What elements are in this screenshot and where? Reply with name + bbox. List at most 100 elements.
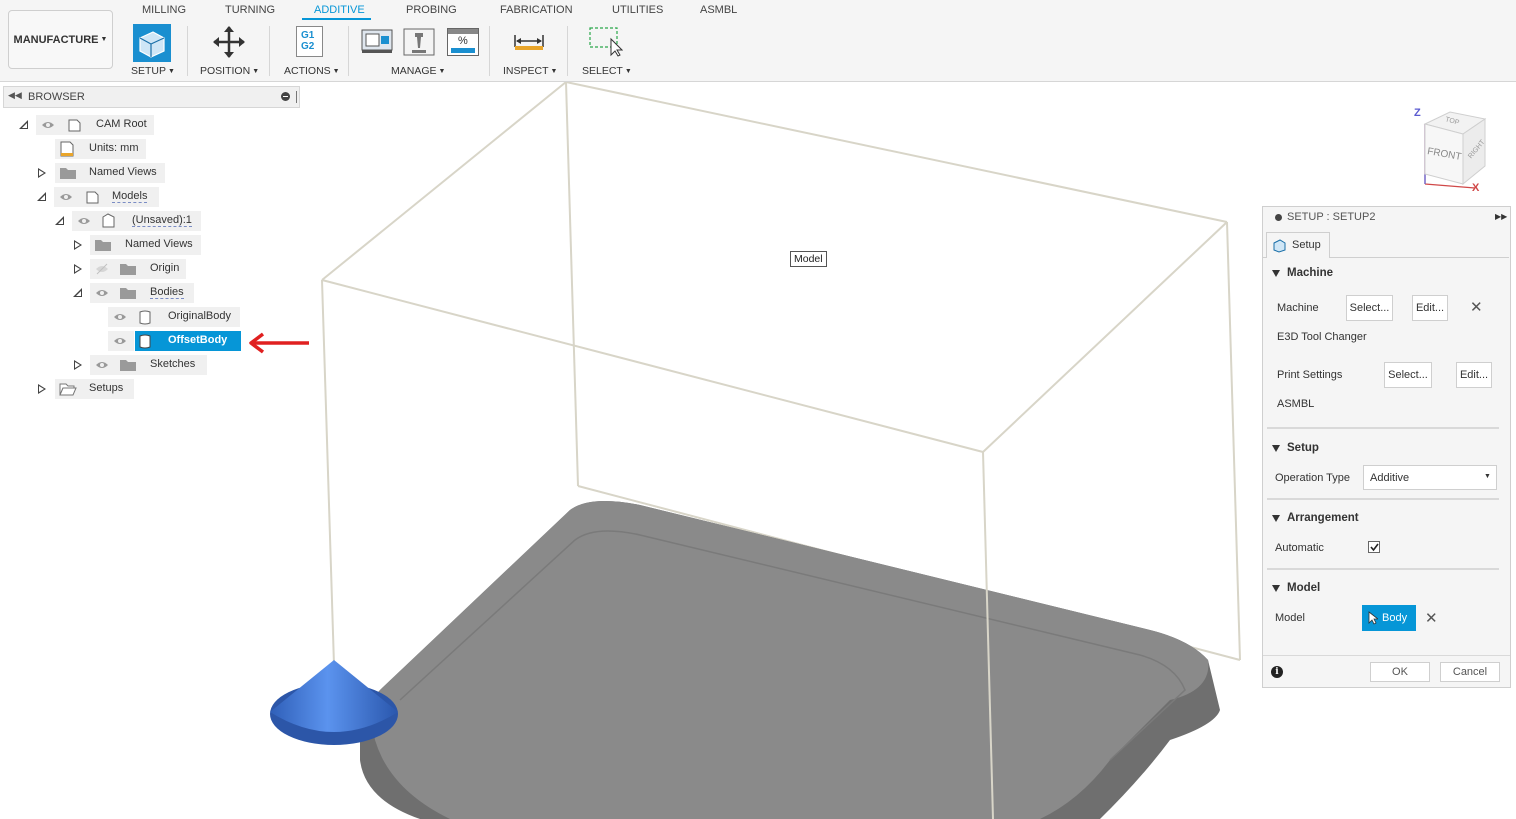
setup-icon[interactable] <box>133 24 171 62</box>
tree-label: Origin <box>150 262 180 274</box>
model-section-title[interactable]: Model <box>1287 582 1320 594</box>
eye-icon[interactable] <box>41 119 55 131</box>
machine-library-icon[interactable] <box>361 28 393 54</box>
setup-group-label[interactable]: SETUP ▼ <box>131 65 175 77</box>
operation-type-value: Additive <box>1370 472 1410 484</box>
collapse-toggle-icon[interactable] <box>19 120 28 129</box>
model-body-selection-button[interactable]: Body <box>1362 605 1416 631</box>
machine-clear-icon[interactable]: ✕ <box>1470 298 1483 316</box>
operation-type-dropdown[interactable]: Additive ▼ <box>1363 465 1497 490</box>
eye-hidden-icon[interactable] <box>95 263 109 275</box>
manage-group-label[interactable]: MANAGE ▼ <box>391 65 445 77</box>
view-cube[interactable]: Z X TOP FRONT RIGHT <box>1405 104 1495 196</box>
eye-icon[interactable] <box>113 335 127 347</box>
dialog-expand-icon[interactable]: ▶▶ <box>1495 212 1507 221</box>
tree-node-units[interactable]: Units: mm <box>55 139 146 159</box>
arrangement-section-toggle-icon[interactable] <box>1272 515 1280 522</box>
collapse-toggle-icon[interactable] <box>55 216 64 225</box>
info-icon[interactable]: i <box>1271 666 1283 678</box>
eye-icon[interactable] <box>77 215 91 227</box>
open-folder-icon <box>59 383 77 396</box>
tool-library-icon[interactable] <box>403 28 435 56</box>
offset-body-shape[interactable] <box>360 501 1220 819</box>
machine-edit-button[interactable]: Edit... <box>1412 295 1448 321</box>
cancel-button[interactable]: Cancel <box>1440 662 1500 682</box>
tree-label: Named Views <box>125 238 193 250</box>
dialog-title: SETUP : SETUP2 <box>1287 211 1376 223</box>
tree-node-cam-root[interactable]: CAM Root <box>36 115 154 135</box>
gcode-line-1: G1 <box>301 30 315 41</box>
tab-fabrication[interactable]: FABRICATION <box>500 4 573 16</box>
tree-node-original-body[interactable]: OriginalBody <box>108 307 240 327</box>
separator <box>187 26 188 76</box>
active-tab-indicator <box>302 18 371 20</box>
print-settings-select-button[interactable]: Select... <box>1384 362 1432 388</box>
operation-type-label: Operation Type <box>1275 472 1351 484</box>
measure-icon[interactable] <box>513 33 545 51</box>
tree-node-unsaved-component[interactable]: (Unsaved):1 <box>72 211 201 231</box>
tab-additive[interactable]: ADDITIVE <box>314 4 365 16</box>
post-library-icon[interactable]: % <box>447 28 479 56</box>
position-group-label[interactable]: POSITION ▼ <box>200 65 259 77</box>
chevron-down-icon: ▼ <box>1484 473 1491 480</box>
print-settings-edit-button[interactable]: Edit... <box>1456 362 1492 388</box>
offset-body-eye-cell <box>108 331 134 351</box>
model-body-label: Body <box>1382 612 1408 624</box>
expand-toggle-icon[interactable] <box>74 360 82 370</box>
machine-select-button[interactable]: Select... <box>1346 295 1393 321</box>
folder-icon <box>120 288 136 299</box>
axis-x-label: X <box>1472 182 1480 194</box>
eye-icon[interactable] <box>113 311 127 323</box>
expand-toggle-icon[interactable] <box>38 384 46 394</box>
folder-icon <box>95 240 111 251</box>
actions-group-label[interactable]: ACTIONS ▼ <box>284 65 340 77</box>
select-window-icon[interactable] <box>589 27 624 57</box>
move-arrows-icon[interactable] <box>212 25 246 59</box>
tab-milling[interactable]: MILLING <box>142 4 186 16</box>
tree-node-bodies[interactable]: Bodies <box>90 283 194 303</box>
tab-utilities[interactable]: UTILITIES <box>612 4 663 16</box>
ok-button[interactable]: OK <box>1370 662 1430 682</box>
workspace-switcher[interactable]: MANUFACTURE ▼ <box>8 10 113 69</box>
model-section-toggle-icon[interactable] <box>1272 585 1280 592</box>
tree-node-models[interactable]: Models <box>54 187 159 207</box>
browser-minimize-icon[interactable] <box>281 92 290 101</box>
tree-node-origin[interactable]: Origin <box>90 259 186 279</box>
machine-section-title[interactable]: Machine <box>1287 267 1333 279</box>
tree-node-offset-body[interactable]: OffsetBody <box>135 331 241 351</box>
expand-toggle-icon[interactable] <box>74 240 82 250</box>
automatic-checkbox[interactable] <box>1368 541 1380 553</box>
tab-asmbl[interactable]: ASMBL <box>700 4 737 16</box>
collapse-toggle-icon[interactable] <box>37 192 46 201</box>
tab-setup[interactable]: Setup <box>1266 232 1330 258</box>
machine-section-toggle-icon[interactable] <box>1272 270 1280 277</box>
browser-pin-icon[interactable] <box>296 91 297 103</box>
tab-probing[interactable]: PROBING <box>406 4 457 16</box>
dialog-minimize-icon[interactable] <box>1275 214 1282 221</box>
model-clear-icon[interactable]: ✕ <box>1425 609 1438 627</box>
setup-section-toggle-icon[interactable] <box>1272 445 1280 452</box>
model-label-tag: Model <box>790 251 827 267</box>
browser-title: BROWSER <box>28 91 85 103</box>
eye-icon[interactable] <box>95 359 109 371</box>
percent-glyph: % <box>458 35 468 47</box>
arrangement-section-title[interactable]: Arrangement <box>1287 512 1359 524</box>
collapse-browser-icon[interactable]: ◀◀ <box>8 90 22 101</box>
tree-node-component-named-views[interactable]: Named Views <box>90 235 201 255</box>
tree-label: Named Views <box>89 166 157 178</box>
collapse-toggle-icon[interactable] <box>73 288 82 297</box>
inspect-group-label[interactable]: INSPECT ▼ <box>503 65 557 77</box>
gcode-icon[interactable]: G1 G2 <box>296 26 323 57</box>
tree-node-named-views[interactable]: Named Views <box>55 163 165 183</box>
section-divider <box>1267 568 1499 570</box>
tab-turning[interactable]: TURNING <box>225 4 275 16</box>
expand-toggle-icon[interactable] <box>38 168 46 178</box>
expand-toggle-icon[interactable] <box>74 264 82 274</box>
setup-section-title[interactable]: Setup <box>1287 442 1319 454</box>
tree-label: CAM Root <box>96 118 147 130</box>
tree-node-sketches[interactable]: Sketches <box>90 355 207 375</box>
tree-node-setups[interactable]: Setups <box>55 379 134 399</box>
select-group-label[interactable]: SELECT ▼ <box>582 65 632 77</box>
eye-icon[interactable] <box>59 191 73 203</box>
eye-icon[interactable] <box>95 287 109 299</box>
